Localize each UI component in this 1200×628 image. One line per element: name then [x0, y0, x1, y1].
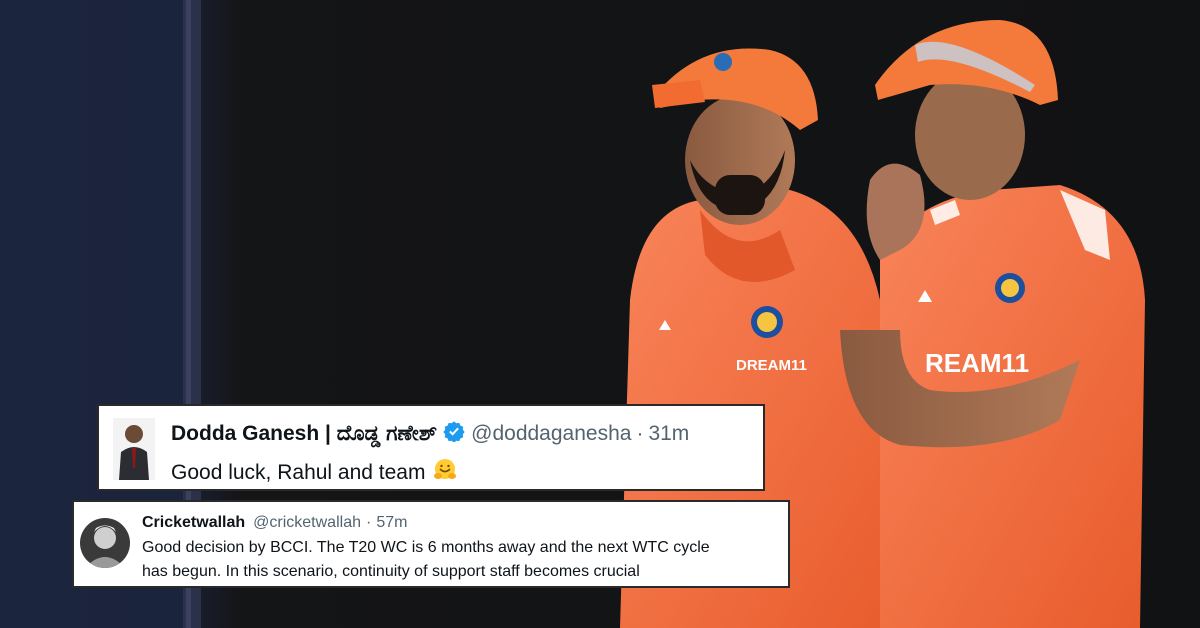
tweet-text-line: Good decision by BCCI. The T20 WC is 6 m… — [142, 539, 710, 556]
separator-dot: · — [365, 514, 372, 531]
kit-sponsor-right: REAM11 — [925, 348, 1029, 378]
tweet-header: Cricketwallah @cricketwallah · 57m — [142, 514, 780, 532]
tweet-text-content: Good luck, Rahul and team — [171, 461, 426, 484]
timestamp[interactable]: 57m — [376, 514, 407, 532]
author-handle[interactable]: @cricketwallah — [253, 514, 361, 532]
author-name[interactable]: Cricketwallah — [142, 514, 245, 532]
kit-sponsor-left: DREAM11 — [736, 357, 807, 374]
verified-badge-icon — [443, 420, 465, 448]
hugging-face-emoji-icon — [433, 458, 457, 488]
tweet-text: Good luck, Rahul and team — [171, 458, 749, 488]
tweet-text-line: has begun. In this scenario, continuity … — [142, 563, 640, 580]
author-name[interactable]: Dodda Ganesh | ದೊಡ್ಡ ಗಣೇಶ್ — [171, 422, 437, 446]
author-handle[interactable]: @doddaganesha — [471, 422, 631, 446]
tweet-body: Dodda Ganesh | ದೊಡ್ಡ ಗಣೇಶ್ @doddaganesha… — [171, 418, 749, 488]
tweet-header: Dodda Ganesh | ದೊಡ್ಡ ಗಣೇಶ್ @doddaganesha… — [171, 420, 749, 448]
timestamp[interactable]: 31m — [648, 422, 689, 446]
separator-dot: · — [636, 422, 644, 445]
tweet-text: Good decision by BCCI. The T20 WC is 6 m… — [142, 536, 780, 584]
avatar — [80, 518, 130, 568]
avatar — [113, 418, 155, 480]
tweet-card-cricketwallah: Cricketwallah @cricketwallah · 57m Good … — [72, 500, 790, 588]
tweet-body: Cricketwallah @cricketwallah · 57m Good … — [142, 512, 780, 584]
tweet-card-dodda-ganesh: Dodda Ganesh | ದೊಡ್ಡ ಗಣೇಶ್ @doddaganesha… — [97, 404, 765, 491]
